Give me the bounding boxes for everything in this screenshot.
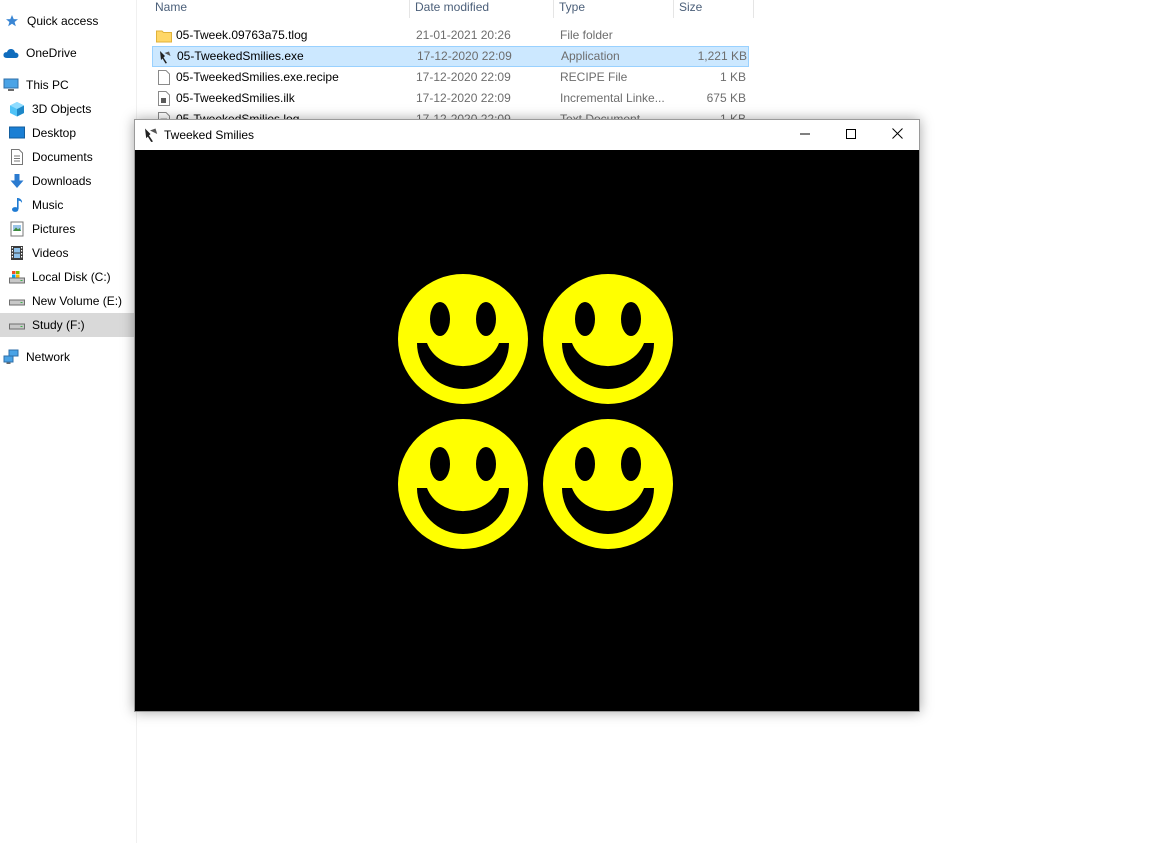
navigation-pane: Quick access OneDrive This PC 3D Objects… [0, 0, 137, 843]
music-note-icon [9, 197, 25, 213]
app-window: Tweeked Smilies [134, 119, 920, 712]
star-icon [4, 13, 20, 29]
nav-label: New Volume (E:) [32, 294, 123, 308]
nav-item-new-volume-e[interactable]: New Volume (E:) [0, 289, 136, 313]
file-type: Incremental Linke... [560, 91, 665, 105]
file-size: 675 KB [706, 91, 746, 105]
nav-item-desktop[interactable]: Desktop [0, 121, 136, 145]
file-name: 05-Tweek.09763a75.tlog [176, 28, 308, 42]
folder-icon [156, 28, 172, 44]
nav-label: Quick access [27, 14, 99, 28]
app-canvas[interactable] [135, 150, 919, 711]
column-header-name[interactable]: Name [151, 0, 410, 18]
file-row[interactable]: 05-Tweek.09763a75.tlog 21-01-2021 20:26 … [152, 25, 749, 46]
nav-item-downloads[interactable]: Downloads [0, 169, 136, 193]
file-type: File folder [560, 28, 613, 42]
desktop-icon [9, 125, 25, 141]
smiley-face-bottom-left [398, 419, 528, 549]
file-date: 17-12-2020 22:09 [416, 91, 511, 105]
window-title: Tweeked Smilies [164, 128, 255, 142]
column-header-label: Type [559, 0, 586, 14]
drive-icon [9, 293, 25, 309]
blank-file-icon [156, 70, 172, 86]
nav-item-3d-objects[interactable]: 3D Objects [0, 97, 136, 121]
linker-file-icon [156, 91, 172, 107]
nav-label: Desktop [32, 126, 77, 140]
column-header-label: Name [155, 0, 188, 14]
column-header-label: Size [679, 0, 703, 14]
nav-label: Local Disk (C:) [32, 270, 111, 284]
file-name: 05-TweekedSmilies.exe.recipe [176, 70, 339, 84]
nav-label: Study (F:) [32, 318, 85, 332]
column-header-type[interactable]: Type [555, 0, 674, 18]
file-row-selected[interactable]: 05-TweekedSmilies.exe 17-12-2020 22:09 A… [152, 46, 749, 67]
column-header-date-modified[interactable]: Date modified [411, 0, 554, 18]
maximize-button[interactable] [828, 120, 874, 150]
nav-item-documents[interactable]: Documents [0, 145, 136, 169]
nav-label: Videos [32, 246, 69, 260]
application-icon [157, 49, 173, 65]
column-header-size[interactable]: Size [675, 0, 754, 18]
nav-item-local-disk-c[interactable]: Local Disk (C:) [0, 265, 136, 289]
title-bar[interactable]: Tweeked Smilies [135, 120, 919, 150]
nav-item-quick-access[interactable]: Quick access [0, 9, 136, 33]
smiley-face-top-right [543, 274, 673, 404]
maximize-icon [846, 128, 856, 142]
file-date: 17-12-2020 22:09 [416, 70, 511, 84]
smilies-canvas [398, 274, 673, 549]
file-size: 1 KB [719, 70, 746, 84]
nav-item-onedrive[interactable]: OneDrive [0, 41, 136, 65]
file-row[interactable]: 05-TweekedSmilies.exe.recipe 17-12-2020 … [152, 67, 749, 88]
app-icon [143, 127, 159, 143]
nav-item-videos[interactable]: Videos [0, 241, 136, 265]
file-name: 05-TweekedSmilies.exe [177, 49, 304, 63]
nav-label: Pictures [32, 222, 76, 236]
file-date: 17-12-2020 22:09 [417, 49, 512, 63]
nav-label: Documents [32, 150, 93, 164]
file-size: 1,221 KB [697, 49, 747, 63]
nav-item-network[interactable]: Network [0, 345, 136, 369]
file-size [676, 25, 746, 46]
column-header-label: Date modified [415, 0, 490, 14]
download-arrow-icon [9, 173, 25, 189]
nav-label: Music [32, 198, 64, 212]
cube-icon [9, 101, 25, 117]
nav-label: OneDrive [26, 46, 77, 60]
document-icon [9, 149, 25, 165]
network-icon [3, 349, 19, 365]
system-drive-icon [9, 269, 25, 285]
cloud-icon [3, 45, 19, 61]
file-type: RECIPE File [560, 70, 628, 84]
nav-item-pictures[interactable]: Pictures [0, 217, 136, 241]
file-date: 21-01-2021 20:26 [416, 28, 511, 42]
file-name: 05-TweekedSmilies.ilk [176, 91, 295, 105]
file-row[interactable]: 05-TweekedSmilies.ilk 17-12-2020 22:09 I… [152, 88, 749, 109]
film-icon [9, 245, 25, 261]
nav-item-music[interactable]: Music [0, 193, 136, 217]
close-button[interactable] [874, 120, 920, 150]
minimize-button[interactable] [782, 120, 828, 150]
computer-icon [3, 77, 19, 93]
smiley-face-top-left [398, 274, 528, 404]
close-icon [891, 128, 903, 142]
nav-label: Downloads [32, 174, 92, 188]
nav-label: 3D Objects [32, 102, 92, 116]
nav-item-this-pc[interactable]: This PC [0, 73, 136, 97]
nav-label: This PC [26, 78, 69, 92]
smiley-face-bottom-right [543, 419, 673, 549]
pictures-icon [9, 221, 25, 237]
drive-icon [9, 317, 25, 333]
nav-item-study-f[interactable]: Study (F:) [0, 313, 136, 337]
file-type: Application [561, 49, 620, 63]
minimize-icon [800, 128, 810, 142]
nav-label: Network [26, 350, 71, 364]
